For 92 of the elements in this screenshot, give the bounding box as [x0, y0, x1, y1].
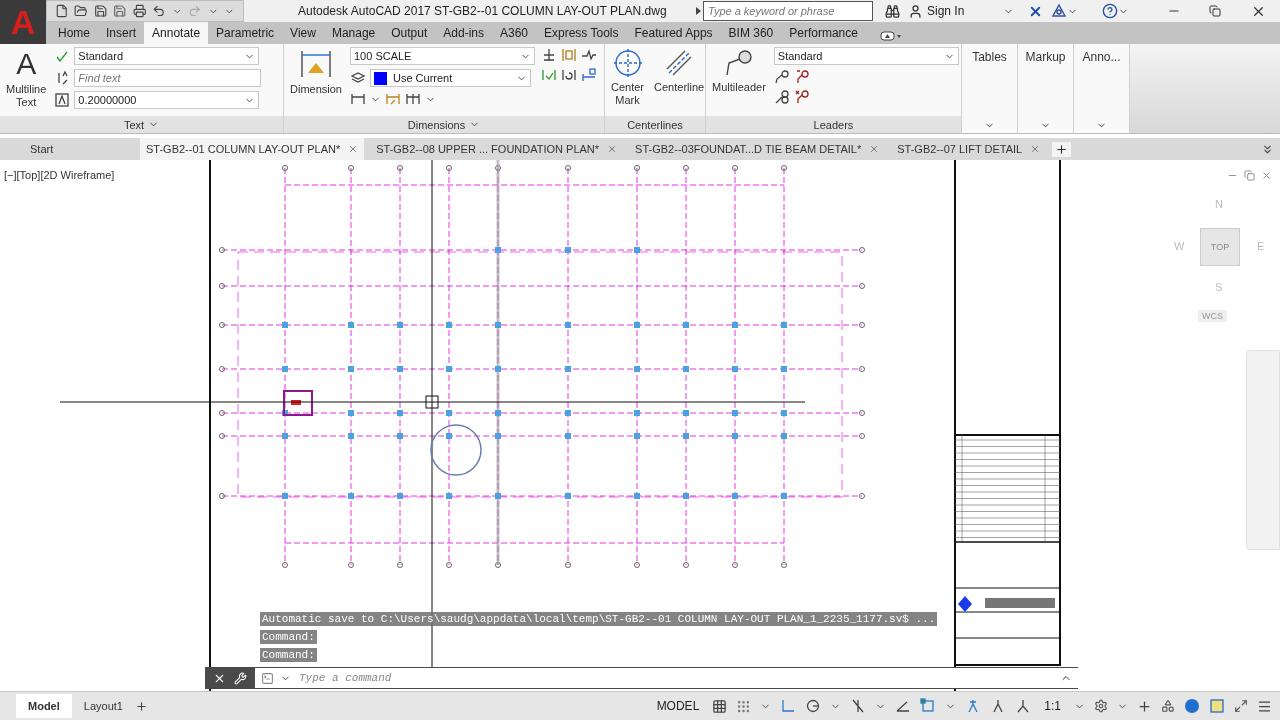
clean-screen-icon[interactable] — [1234, 699, 1248, 713]
customize-menu-icon[interactable] — [1257, 698, 1272, 714]
print-icon[interactable] — [132, 4, 147, 18]
leader-style-dropdown[interactable]: Standard — [773, 47, 959, 65]
plus-icon[interactable] — [1137, 698, 1152, 714]
collapsed-panel-button[interactable]: Markup — [1018, 44, 1074, 133]
new-tab-icon[interactable] — [1052, 141, 1072, 157]
text-height-dropdown[interactable]: 0.20000000 — [74, 91, 260, 109]
file-tab[interactable]: ST-GB2--01 COLUMN LAY-OUT PLAN* — [140, 138, 365, 160]
file-tab[interactable]: ST-GB2--07 LIFT DETAIL — [891, 138, 1047, 160]
continue-dimension-icon[interactable] — [404, 91, 421, 107]
annotation-scale-button[interactable]: 1:1 — [1040, 699, 1065, 713]
ribbon-tab[interactable]: Featured Apps — [626, 22, 721, 44]
compass-north-label: N — [1215, 198, 1223, 210]
close-tab-icon[interactable] — [348, 144, 359, 154]
object-snap-icon[interactable] — [920, 698, 937, 714]
center-mark-icon — [611, 47, 644, 79]
compass-south-label: S — [1215, 281, 1223, 293]
viewport-close-icon[interactable] — [1261, 170, 1272, 181]
compass-east-label: E — [1257, 240, 1265, 252]
save-icon[interactable] — [93, 4, 108, 18]
panel-title[interactable]: Text — [0, 116, 283, 133]
triangle-network-icon[interactable] — [1051, 3, 1067, 19]
collect-leader-icon[interactable] — [773, 89, 790, 105]
restore-icon[interactable] — [1209, 5, 1221, 17]
ribbon-tab[interactable]: Add-ins — [435, 22, 492, 44]
sign-in-button[interactable]: Sign In — [923, 4, 1003, 18]
help-icon[interactable] — [1102, 3, 1118, 19]
ribbon-tab[interactable]: Annotate — [144, 22, 209, 44]
layer-color-swatch — [373, 71, 387, 85]
viewport-controls-label[interactable]: [−][Top][2D Wireframe] — [4, 169, 115, 181]
ribbon-tab[interactable]: View — [282, 22, 324, 44]
customize-wrench-icon[interactable] — [234, 671, 247, 685]
layout-tab[interactable]: Model — [16, 694, 72, 718]
linear-dimension-icon[interactable] — [349, 91, 366, 107]
undo-icon[interactable] — [152, 4, 166, 18]
ribbon-tab[interactable]: Performance — [781, 22, 866, 44]
ribbon-tab[interactable]: Manage — [323, 22, 384, 44]
layer-name: Use Current — [392, 72, 453, 84]
text-style-dropdown[interactable]: Standard — [74, 47, 260, 65]
ribbon-tab[interactable]: BIM 360 — [720, 22, 782, 44]
close-tab-icon[interactable] — [1030, 144, 1041, 154]
collapsed-panel-button[interactable]: Tables — [962, 44, 1018, 133]
remove-leader-icon[interactable] — [793, 89, 810, 105]
multileader-button[interactable]: Multileader — [710, 47, 768, 116]
compass-west-label: W — [1174, 240, 1185, 252]
multiline-text-button[interactable]: A Multiline Text — [4, 47, 49, 116]
ortho-icon[interactable] — [780, 698, 797, 714]
new-file-icon[interactable] — [55, 4, 69, 18]
center-mark-button[interactable]: Center Mark — [609, 47, 647, 116]
ribbon-tab[interactable]: Insert — [98, 22, 145, 44]
search-field[interactable]: Type a keyword or phrase — [703, 1, 873, 21]
layout-tab[interactable]: Layout1 — [71, 694, 135, 718]
centerline-button[interactable]: Centerline — [652, 47, 707, 116]
collapsed-panel-button[interactable]: Anno... — [1074, 44, 1130, 133]
dimension-style-dropdown[interactable]: 100 SCALE — [349, 47, 535, 65]
file-tab[interactable]: Start — [0, 138, 134, 160]
model-space-button[interactable]: MODEL — [652, 699, 704, 713]
ribbon-toggle-icon[interactable] — [879, 28, 904, 44]
command-prompt-icon[interactable] — [261, 671, 274, 685]
add-leader-icon[interactable] — [773, 69, 790, 85]
window-title: Autodesk AutoCAD 2017 ST-GB2--01 COLUMN LAY-OUT PLAN.dwg — [298, 4, 667, 18]
text-height-icon[interactable] — [54, 92, 71, 108]
jog-line-icon[interactable] — [580, 47, 597, 63]
ribbon-tab[interactable]: Express Tools — [536, 22, 627, 44]
add-layout-icon[interactable] — [134, 699, 148, 713]
save-as-icon[interactable] — [113, 4, 127, 18]
viewport-restore-icon[interactable] — [1244, 170, 1255, 181]
ribbon-tab[interactable]: A360 — [492, 22, 536, 44]
user-icon[interactable] — [908, 3, 923, 19]
command-line-field[interactable]: Type a command — [255, 668, 1078, 688]
expand-arrow-icon[interactable] — [693, 6, 703, 16]
layer-dropdown[interactable]: Use Current — [369, 69, 531, 87]
ribbon-tab[interactable]: Output — [383, 22, 436, 44]
dimension-button[interactable]: Dimension — [288, 47, 344, 116]
panel-title[interactable]: Dimensions — [284, 116, 604, 133]
grid-icon[interactable] — [712, 698, 728, 714]
panel-title[interactable]: Leaders — [706, 116, 961, 133]
open-folder-icon[interactable] — [74, 4, 88, 18]
close-tab-icon[interactable] — [869, 144, 880, 154]
ribbon-tab[interactable]: Parametric — [208, 22, 283, 44]
ribbon-tab[interactable]: Home — [50, 22, 98, 44]
panel-title[interactable]: Centerlines — [605, 116, 705, 133]
file-tab[interactable]: ST-GB2--03FOUNDAT...D TIE BEAM DETAIL* — [629, 138, 886, 160]
file-tab[interactable]: ST-GB2--08 UPPER ... FOUNDATION PLAN* — [370, 138, 624, 160]
close-tab-icon[interactable] — [607, 144, 618, 154]
polar-tracking-icon[interactable] — [805, 698, 822, 714]
search-icon[interactable] — [885, 3, 900, 19]
find-text-field[interactable]: Find text — [74, 69, 262, 87]
snap-icon[interactable] — [736, 698, 752, 714]
shapes-icon[interactable] — [1161, 699, 1175, 713]
settings-icon[interactable] — [1094, 699, 1108, 713]
